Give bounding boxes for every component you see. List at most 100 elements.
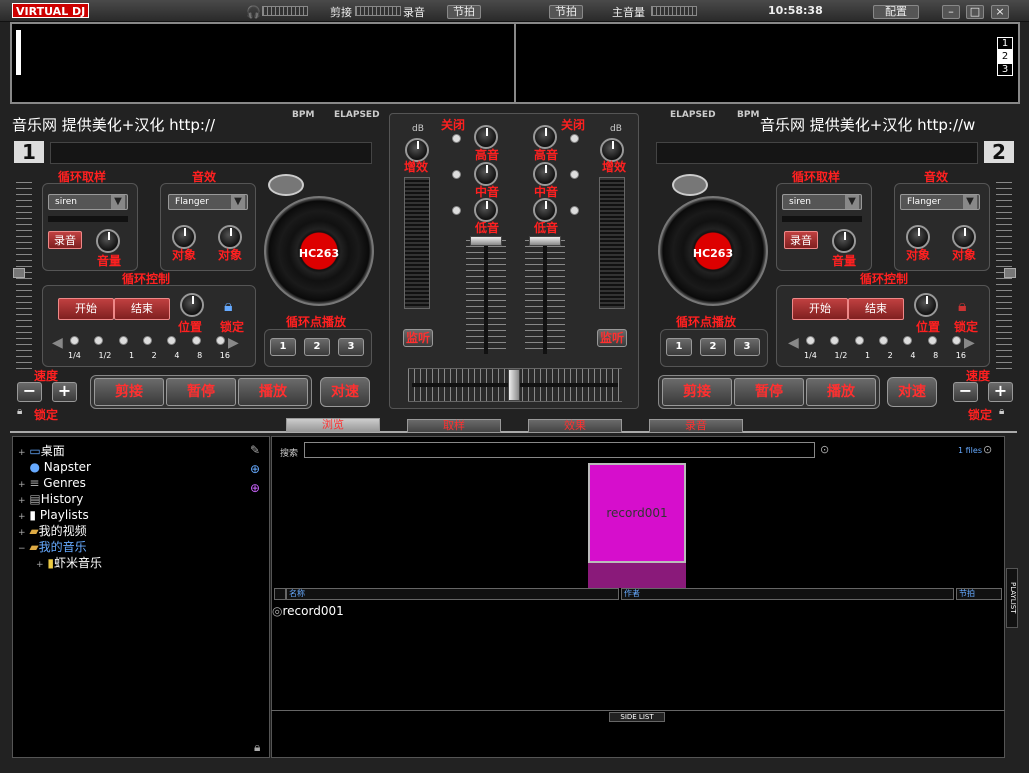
deck1-speed-plus-button[interactable]: +: [52, 382, 77, 402]
deck1-position-knob[interactable]: [180, 293, 204, 317]
add-filter-icon[interactable]: ⊕: [250, 481, 260, 495]
kill-mid-right[interactable]: [570, 170, 579, 179]
deck2-speed-plus-button[interactable]: +: [988, 382, 1013, 402]
deck2-platter[interactable]: HC263: [658, 196, 768, 306]
headphone-volume-slider[interactable]: [262, 6, 308, 16]
loop-dot[interactable]: [878, 336, 888, 345]
tab-browser[interactable]: 浏览: [286, 418, 380, 432]
loop-dot[interactable]: [830, 336, 840, 345]
beat2-button[interactable]: 节拍: [549, 5, 583, 19]
deck1-cue-2[interactable]: 2: [304, 338, 330, 356]
deck1-sample-select[interactable]: siren: [48, 194, 128, 210]
page-3[interactable]: 3: [997, 63, 1013, 76]
tree-lock-icon[interactable]: 🔒︎: [254, 740, 260, 755]
tree-item-desktop[interactable]: + ▭桌面: [18, 443, 102, 459]
deck2-pause-button[interactable]: 暂停: [734, 378, 804, 406]
files-options-icon[interactable]: ⊙: [983, 443, 992, 456]
deck2-speed-minus-button[interactable]: −: [953, 382, 978, 402]
deck2-loop-next-icon[interactable]: ▶: [964, 335, 975, 351]
tree-edit-icon[interactable]: ✎: [250, 443, 260, 457]
deck2-cut-button[interactable]: 剪接: [662, 378, 732, 406]
deck1-loop-prev-icon[interactable]: ◀: [52, 335, 63, 351]
tree-item-my-music[interactable]: − ▰我的音乐: [18, 539, 102, 555]
monitor-button-left[interactable]: 监听: [403, 329, 433, 347]
deck2-play-button[interactable]: 播放: [806, 378, 876, 406]
kill-low-right[interactable]: [570, 206, 579, 215]
cover-art[interactable]: record001: [588, 463, 686, 563]
tree-item-my-videos[interactable]: + ▰我的视频: [18, 523, 102, 539]
deck2-cue-2[interactable]: 2: [700, 338, 726, 356]
col-bpm[interactable]: 节拍: [956, 588, 1002, 600]
deck2-record-button[interactable]: 录音: [784, 231, 818, 249]
crossfade-slider[interactable]: [355, 6, 401, 16]
tree-item-history[interactable]: + ▤History: [18, 491, 102, 507]
deck2-cue-1[interactable]: 1: [666, 338, 692, 356]
tab-effects[interactable]: 效果: [528, 419, 622, 433]
deck2-volume-knob[interactable]: [832, 229, 856, 253]
deck1-pause-button[interactable]: 暂停: [166, 378, 236, 406]
loop-dot[interactable]: [142, 336, 152, 345]
page-1[interactable]: 1: [997, 37, 1013, 50]
loop-dot[interactable]: [70, 336, 79, 345]
tree-item-genres[interactable]: + ≡ Genres: [18, 475, 102, 491]
deck1-loop-next-icon[interactable]: ▶: [228, 335, 239, 351]
deck2-position-knob[interactable]: [914, 293, 938, 317]
loop-dot[interactable]: [191, 336, 201, 345]
loop-dot[interactable]: [215, 336, 225, 345]
tree-item-xiami[interactable]: + ▮虾米音乐: [18, 555, 102, 571]
side-list-toggle[interactable]: SIDE LIST: [609, 712, 665, 722]
col-check[interactable]: [274, 588, 286, 600]
close-button[interactable]: ×: [991, 5, 1009, 19]
page-2[interactable]: 2: [997, 50, 1013, 63]
deck2-lock2-icon[interactable]: 🔒︎: [999, 406, 1004, 417]
deck1-volume-knob[interactable]: [96, 229, 120, 253]
deck2-loop-prev-icon[interactable]: ◀: [788, 335, 799, 351]
deck2-loop-end-button[interactable]: 结束: [848, 298, 904, 320]
tab-record[interactable]: 录音: [649, 419, 743, 433]
deck2-fx-select[interactable]: Flanger: [900, 194, 980, 210]
deck1-sync-button[interactable]: 对速: [320, 377, 370, 407]
kill-low-left[interactable]: [452, 206, 461, 215]
deck1-loop-end-button[interactable]: 结束: [114, 298, 170, 320]
minimize-button[interactable]: –: [942, 5, 960, 19]
tree-item-napster[interactable]: ● Napster: [18, 459, 102, 475]
deck2-pitch-handle[interactable]: [1004, 268, 1016, 278]
monitor-button-right[interactable]: 监听: [597, 329, 627, 347]
loop-dot[interactable]: [854, 336, 864, 345]
deck2-sample-select[interactable]: siren: [782, 194, 862, 210]
kill-high-left[interactable]: [452, 134, 461, 143]
loop-dot[interactable]: [167, 336, 177, 345]
deck1-speed-minus-button[interactable]: −: [17, 382, 42, 402]
kill-mid-left[interactable]: [452, 170, 461, 179]
deck1-cue-3[interactable]: 3: [338, 338, 364, 356]
deck2-lock-icon[interactable]: 🔒︎: [958, 296, 967, 316]
loop-dot[interactable]: [951, 336, 961, 345]
maximize-button[interactable]: □: [966, 5, 984, 19]
col-artist[interactable]: 作者: [621, 588, 954, 600]
master-volume-slider[interactable]: [651, 6, 697, 16]
deck1-loop-start-button[interactable]: 开始: [58, 298, 114, 320]
deck1-pitch-handle[interactable]: [13, 268, 25, 278]
playlist-toggle[interactable]: PLAYLIST: [1006, 568, 1018, 628]
deck2-loop-start-button[interactable]: 开始: [792, 298, 848, 320]
volume-fader-left[interactable]: [470, 236, 502, 246]
loop-dot[interactable]: [806, 336, 815, 345]
deck1-play-button[interactable]: 播放: [238, 378, 308, 406]
deck2-cue-3[interactable]: 3: [734, 338, 760, 356]
config-button[interactable]: 配置: [873, 5, 919, 19]
deck1-cut-button[interactable]: 剪接: [94, 378, 164, 406]
volume-fader-right[interactable]: [529, 236, 561, 246]
deck1-lock-icon[interactable]: 🔒︎: [224, 296, 233, 316]
deck1-lock2-icon[interactable]: 🔒︎: [17, 406, 22, 417]
kill-high-right[interactable]: [570, 134, 579, 143]
deck1-fx-select[interactable]: Flanger: [168, 194, 248, 210]
add-folder-icon[interactable]: ⊕: [250, 462, 260, 476]
deck1-cue-1[interactable]: 1: [270, 338, 296, 356]
deck1-platter[interactable]: HC263: [264, 196, 374, 306]
col-title[interactable]: 名称: [286, 588, 619, 600]
deck1-record-button[interactable]: 录音: [48, 231, 82, 249]
beat-button[interactable]: 节拍: [447, 5, 481, 19]
search-input[interactable]: [304, 442, 815, 458]
loop-dot[interactable]: [903, 336, 913, 345]
tree-item-playlists[interactable]: + ▮ Playlists: [18, 507, 102, 523]
